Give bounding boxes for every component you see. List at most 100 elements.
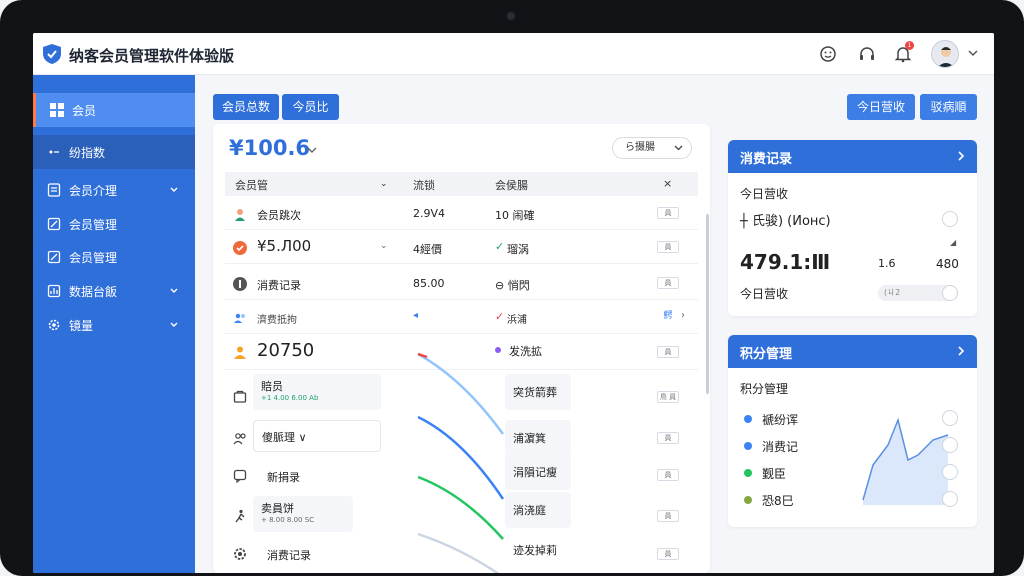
row-tag[interactable]: 鳥 員 — [657, 391, 679, 403]
secondary-button[interactable]: 驳病順 — [920, 94, 977, 120]
today-revenue-button[interactable]: 今日营收 — [847, 94, 915, 120]
check-icon: ✓ — [495, 240, 505, 253]
run-icon — [235, 509, 245, 523]
card-sub: + 8.00 8.00 SC — [261, 516, 315, 524]
grid-icon — [50, 103, 64, 117]
row-name: ¥5.Л00 — [257, 237, 312, 255]
card-title: 积分管理 — [740, 347, 793, 362]
radio-button[interactable] — [942, 285, 958, 301]
row-value: 85.00 — [413, 277, 445, 290]
sidebar-item-member-manage-1[interactable]: 会员介理 — [33, 173, 195, 207]
chevron-down-icon[interactable] — [968, 49, 978, 57]
today-revenue-label: 今日营收 — [740, 287, 789, 301]
members-panel: ¥100.6 ら摄腸 会员管 ⌄ 流锁 会侯腸 × 会员跳次 2.9V4 10 … — [213, 124, 710, 573]
row-tag[interactable]: 鰐 — [657, 311, 679, 323]
legend-dot — [744, 415, 752, 423]
file-icon — [47, 183, 61, 197]
row-tag[interactable]: 員 — [657, 510, 679, 522]
headset-icon[interactable] — [858, 45, 876, 63]
row-tag[interactable]: 員 — [657, 432, 679, 444]
chart-icon — [47, 284, 61, 298]
sidebar-item-member-manage-3[interactable]: 会员管理 — [33, 240, 195, 274]
chip-label: 涓隕记瘦 — [513, 466, 557, 479]
list-item[interactable]: 消费记录 員 — [225, 536, 698, 570]
sidebar-item-label: 数据台飯 — [69, 285, 118, 299]
column-header[interactable]: 会侯腸 — [495, 177, 528, 193]
chat-icon — [233, 469, 247, 483]
gear-icon — [48, 319, 60, 331]
row-tag[interactable]: 員 — [657, 346, 679, 358]
column-close[interactable]: × — [663, 177, 672, 190]
scrollbar[interactable] — [706, 214, 709, 394]
list-item[interactable]: 新捐录 員 — [225, 460, 698, 492]
row-tag[interactable]: 員 — [657, 548, 679, 560]
card-sub: +1 4.00 6.00 Ab — [261, 394, 319, 402]
member-card[interactable]: 傻脈理 ∨ — [253, 420, 381, 452]
member-card[interactable]: 卖員饼 + 8.00 8.00 SC — [253, 496, 353, 532]
table-row[interactable]: 消费记录 85.00 ⊖ 悄閃 員 — [225, 268, 698, 300]
sidebar-item-member-manage-2[interactable]: 会员管理 — [33, 207, 195, 241]
right-chip[interactable]: 迹发掉莉 — [505, 532, 571, 568]
row-tag[interactable]: 員 — [657, 207, 679, 219]
radio-button[interactable] — [942, 211, 958, 227]
chevron-down-icon — [170, 187, 178, 192]
right-chip[interactable]: 突货箭葬 — [505, 374, 571, 410]
row-tag[interactable]: 員 — [657, 277, 679, 289]
table-row[interactable]: 濟费抵拘 ◂ ✓ 浜浦 鰐 › — [225, 302, 698, 334]
sidebar-item-members[interactable]: 会员 — [33, 93, 195, 127]
check-circle-icon — [233, 241, 247, 255]
consumption-header[interactable]: 消费记录 — [728, 140, 977, 173]
chevron-down-icon[interactable]: ⌄ — [380, 241, 388, 251]
sidebar-item-label: 镜量 — [69, 319, 94, 333]
sidebar: 会员 纷指数 会员介理 会员管理 会员管理 数据台飯 镜量 — [33, 75, 195, 573]
today-revenue-label: 今日营收 — [740, 187, 789, 201]
radio-button[interactable] — [942, 491, 958, 507]
radio-button[interactable] — [942, 464, 958, 480]
filter-select[interactable]: ら摄腸 — [612, 137, 692, 159]
chevron-right-icon — [958, 346, 965, 356]
sidebar-item-settings[interactable]: 镜量 — [33, 308, 195, 342]
top-bar: 纳客会员管理软件体验版 1 — [33, 33, 994, 75]
smiley-icon[interactable] — [819, 45, 837, 63]
right-chip[interactable]: 涓隕记瘦 — [505, 454, 571, 490]
caret-icon: ◢ — [950, 238, 957, 247]
sort-icon[interactable]: ⌄ — [380, 179, 388, 189]
row-tag[interactable]: 員 — [657, 469, 679, 481]
app-screen: 纳客会员管理软件体验版 1 会员 纷指数 会员介理 会员管理 会员管理 数据台飯… — [33, 33, 994, 573]
table-row[interactable]: ¥5.Л00 ⌄ 4經價 ✓ 瑠涡 員 — [225, 232, 698, 264]
tab-today[interactable]: 今员比 — [282, 94, 339, 120]
chevron-down-icon[interactable] — [307, 146, 317, 154]
right-chip[interactable]: 淌浇庭 — [505, 492, 571, 528]
legend-dot — [744, 469, 752, 477]
users-icon — [234, 313, 245, 323]
sidebar-item-label: 会员管理 — [69, 218, 118, 232]
radio-button[interactable] — [942, 437, 958, 453]
right-chip[interactable]: 浦濵箕 — [505, 420, 571, 456]
user-avatar[interactable] — [931, 40, 959, 68]
line-item: ┼ 氏骏) (Ионс) — [740, 214, 831, 229]
check-icon: ✓ — [495, 310, 505, 323]
camera-dot — [507, 12, 515, 20]
row-status: ⊖ 悄閃 — [495, 279, 530, 292]
column-header[interactable]: 会员管 — [235, 177, 268, 193]
sidebar-item-index[interactable]: 纷指数 — [33, 135, 195, 169]
legend-dot — [744, 442, 752, 450]
row-status: 瑠涡 — [507, 243, 529, 256]
chip-label: 迹发掉莉 — [513, 544, 557, 557]
points-item: 恐8巳 — [762, 494, 794, 508]
row-name: 新捐录 — [267, 471, 300, 484]
row-tag[interactable]: 員 — [657, 241, 679, 253]
radio-button[interactable] — [942, 410, 958, 426]
gear-icon — [234, 548, 246, 560]
table-row[interactable]: 会员跳次 2.9V4 10 闹確 員 — [225, 198, 698, 230]
chip-label: 浦濵箕 — [513, 432, 546, 445]
points-header[interactable]: 积分管理 — [728, 335, 977, 368]
tab-member-total[interactable]: 会员总数 — [213, 94, 279, 120]
users-icon — [233, 433, 246, 445]
column-header[interactable]: 流锁 — [413, 177, 435, 193]
chevron-right-icon[interactable]: › — [681, 310, 685, 321]
row-status: 10 闹確 — [495, 209, 535, 222]
member-card[interactable]: 賠员 +1 4.00 6.00 Ab — [253, 374, 381, 410]
sidebar-item-data[interactable]: 数据台飯 — [33, 274, 195, 308]
points-card: 积分管理 积分管理 褫纷诨 消费记 觐臣 恐8巳 — [728, 335, 977, 527]
